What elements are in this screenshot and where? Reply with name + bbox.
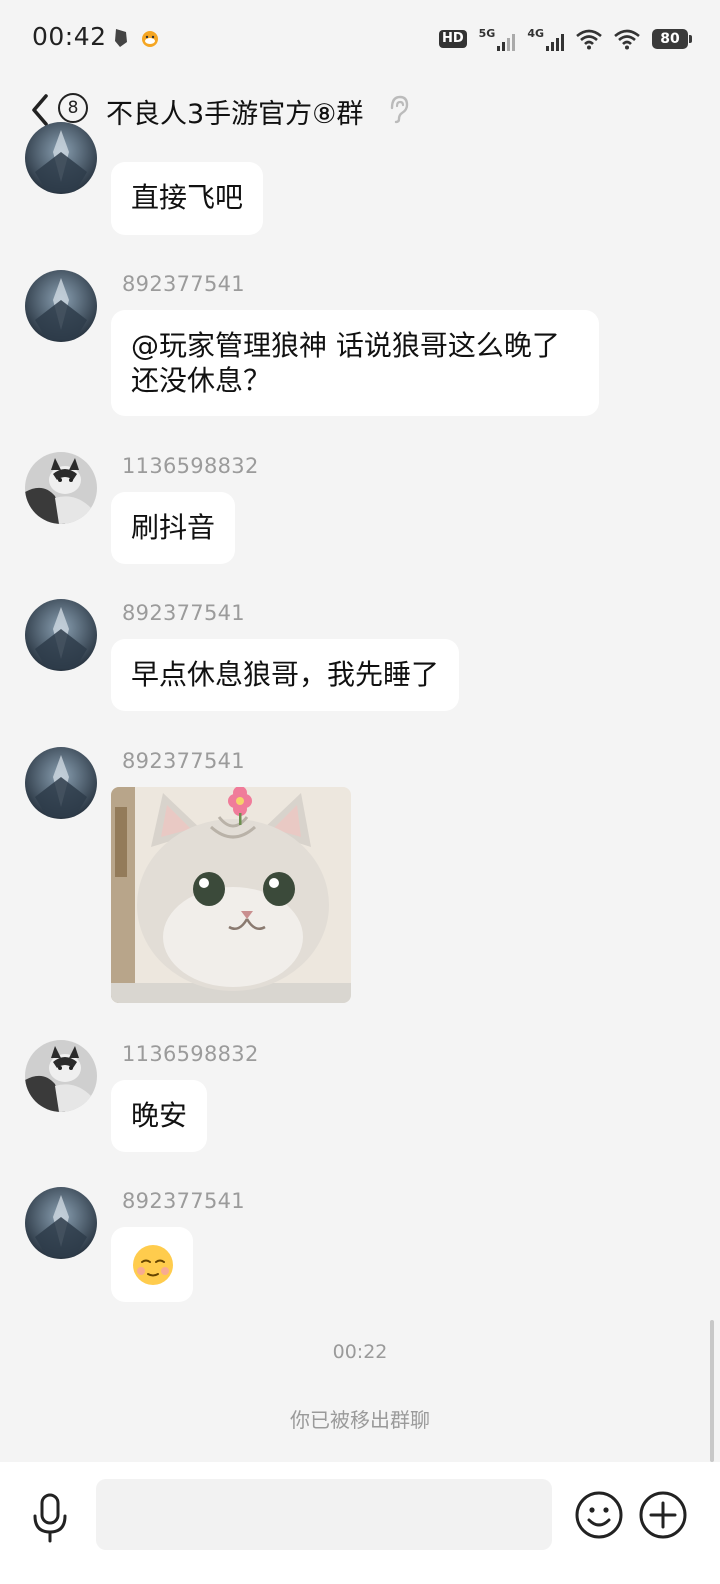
more-options-button[interactable] — [638, 1490, 688, 1540]
status-time: 00:42 — [32, 22, 107, 51]
avatar[interactable] — [25, 1040, 97, 1112]
avatar[interactable] — [25, 270, 97, 342]
message-bubble[interactable]: 直接飞吧 — [111, 162, 264, 235]
input-bar — [0, 1462, 720, 1584]
unread-count-badge[interactable]: 8 — [58, 93, 88, 123]
status-indicators: HD 5G 4G 80 — [438, 24, 692, 54]
sender-name: 892377541 — [122, 601, 245, 625]
battery-icon: 80 — [652, 29, 692, 49]
emoji-button[interactable] — [574, 1490, 624, 1540]
hotspot-wifi-icon — [576, 29, 602, 50]
avatar[interactable] — [25, 747, 97, 819]
message-bubble[interactable]: @玩家管理狼神 话说狼哥这么晚了还没休息？ — [111, 310, 599, 416]
sender-name: 892377541 — [122, 272, 245, 296]
sender-name: 892377541 — [122, 1189, 245, 1213]
app-notification-icon — [115, 29, 127, 47]
voice-input-button[interactable] — [30, 1492, 70, 1544]
time-divider: 00:22 — [332, 1341, 388, 1363]
message-bubble[interactable]: 刷抖音 — [111, 492, 236, 564]
hd-voice-icon: HD — [438, 30, 467, 48]
sender-name: 1136598832 — [122, 454, 259, 478]
sender-name: 892377541 — [122, 749, 245, 773]
ear-mode-icon[interactable] — [386, 94, 410, 124]
chick-notification-icon — [142, 31, 158, 47]
chat-header: 8 不良人3手游官方⑧群 — [0, 78, 720, 142]
cat-sticker-image[interactable] — [111, 787, 351, 1003]
wifi-icon — [614, 29, 640, 50]
message-bubble[interactable]: 晚安 — [111, 1080, 208, 1152]
scrollbar[interactable] — [710, 1320, 714, 1462]
avatar[interactable] — [25, 122, 97, 194]
avatar[interactable] — [25, 599, 97, 671]
message-bubble[interactable]: 早点休息狼哥，我先睡了 — [111, 639, 460, 711]
avatar[interactable] — [25, 452, 97, 524]
message-input[interactable] — [96, 1479, 552, 1550]
status-bar: 00:42 HD 5G 4G 80 — [0, 0, 720, 78]
signal-4g-icon: 4G — [527, 27, 564, 51]
message-bubble[interactable] — [111, 1227, 193, 1302]
system-notice: 你已被移出群聊 — [290, 1408, 430, 1432]
sender-name: 1136598832 — [122, 1042, 259, 1066]
avatar[interactable] — [25, 1187, 97, 1259]
pleading-face-emoji-icon — [133, 1245, 173, 1285]
signal-5g-icon: 5G — [479, 27, 516, 51]
page-title: 不良人3手游官方⑧群 — [106, 99, 364, 130]
